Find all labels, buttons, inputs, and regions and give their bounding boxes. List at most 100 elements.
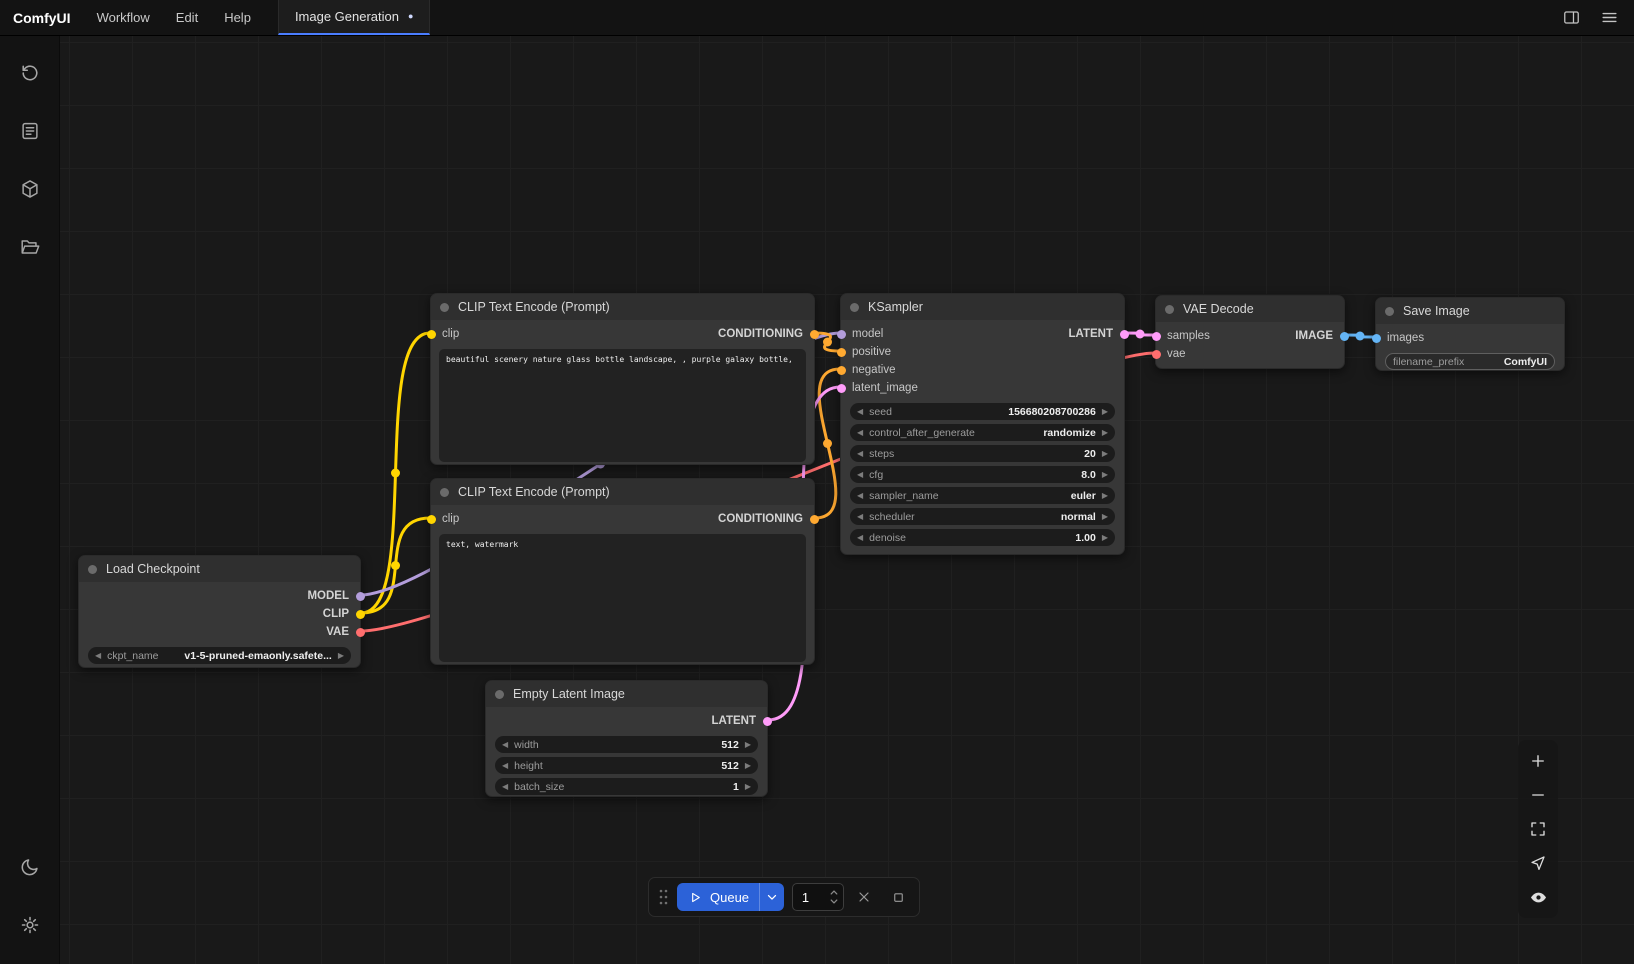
node-save-image[interactable]: Save Image images filename_prefix ComfyU… [1375, 297, 1565, 371]
clip-output-port[interactable] [356, 610, 365, 619]
arrow-right-icon[interactable]: ▶ [1102, 487, 1108, 504]
widget-batch-size[interactable]: ◀ batch_size 1 ▶ [495, 778, 758, 795]
negative-input-port[interactable] [837, 366, 846, 375]
latent-output-port[interactable] [1120, 330, 1129, 339]
node-vae-decode[interactable]: VAE Decode samples IMAGE vae [1155, 295, 1345, 369]
collapse-dot-icon[interactable] [1165, 305, 1174, 314]
toggle-visibility-button[interactable] [1521, 880, 1555, 914]
collapse-dot-icon[interactable] [440, 488, 449, 497]
stepper-down-icon[interactable] [829, 898, 839, 905]
prompt-textarea[interactable]: text, watermark [439, 534, 806, 662]
arrow-left-icon[interactable]: ◀ [857, 487, 863, 504]
positive-input-port[interactable] [837, 348, 846, 357]
vae-input-port[interactable] [1152, 350, 1161, 359]
node-clip-text-encode-positive[interactable]: CLIP Text Encode (Prompt) clip CONDITION… [430, 293, 815, 465]
node-empty-latent-image[interactable]: Empty Latent Image LATENT ◀ width 512 ▶ … [485, 680, 768, 797]
node-header[interactable]: Save Image [1376, 298, 1564, 324]
model-output-port[interactable] [356, 592, 365, 601]
link-midpoint-dot[interactable] [823, 439, 832, 448]
arrow-left-icon[interactable]: ◀ [857, 529, 863, 546]
node-header[interactable]: CLIP Text Encode (Prompt) [431, 294, 814, 320]
menu-workflow[interactable]: Workflow [84, 0, 163, 35]
widget-filename-prefix[interactable]: filename_prefix ComfyUI [1385, 353, 1555, 370]
drag-handle[interactable] [657, 886, 669, 908]
link-midpoint-dot[interactable] [1356, 332, 1365, 341]
arrow-right-icon[interactable]: ▶ [1102, 445, 1108, 462]
arrow-left-icon[interactable]: ◀ [502, 778, 508, 795]
menu-edit[interactable]: Edit [163, 0, 211, 35]
arrow-left-icon[interactable]: ◀ [857, 508, 863, 525]
node-ksampler[interactable]: KSampler model LATENT positive negative … [840, 293, 1125, 555]
widget-cfg[interactable]: ◀ cfg 8.0 ▶ [850, 466, 1115, 483]
arrow-right-icon[interactable]: ▶ [1102, 508, 1108, 525]
node-header[interactable]: Empty Latent Image [486, 681, 767, 707]
collapse-dot-icon[interactable] [850, 303, 859, 312]
arrow-right-icon[interactable]: ▶ [745, 736, 751, 753]
clip-input-port[interactable] [427, 330, 436, 339]
arrow-left-icon[interactable]: ◀ [502, 757, 508, 774]
node-header[interactable]: KSampler [841, 294, 1124, 320]
arrow-right-icon[interactable]: ▶ [1102, 424, 1108, 441]
node-header[interactable]: VAE Decode [1156, 296, 1344, 322]
arrow-left-icon[interactable]: ◀ [857, 445, 863, 462]
sidebar-item-workflows[interactable] [9, 226, 51, 268]
arrow-left-icon[interactable]: ◀ [857, 466, 863, 483]
arrow-left-icon[interactable]: ◀ [502, 736, 508, 753]
node-canvas[interactable]: Load Checkpoint MODEL CLIP VAE ◀ ckpt_na… [60, 36, 1634, 964]
sidebar-item-queue-history[interactable] [9, 52, 51, 94]
batch-count-input[interactable]: 1 [792, 883, 844, 911]
prompt-textarea[interactable]: beautiful scenery nature glass bottle la… [439, 349, 806, 462]
clip-input-port[interactable] [427, 515, 436, 524]
panel-toggle-button[interactable] [1554, 3, 1588, 33]
fit-view-button[interactable] [1521, 812, 1555, 846]
arrow-right-icon[interactable]: ▶ [745, 757, 751, 774]
arrow-right-icon[interactable]: ▶ [1102, 466, 1108, 483]
widget-height[interactable]: ◀ height 512 ▶ [495, 757, 758, 774]
queue-button[interactable]: Queue [677, 883, 784, 911]
link-midpoint-dot[interactable] [1136, 330, 1145, 339]
node-clip-text-encode-negative[interactable]: CLIP Text Encode (Prompt) clip CONDITION… [430, 478, 815, 665]
menu-help[interactable]: Help [211, 0, 264, 35]
zoom-out-button[interactable] [1521, 778, 1555, 812]
samples-input-port[interactable] [1152, 332, 1161, 341]
arrow-left-icon[interactable]: ◀ [95, 647, 101, 664]
stop-button[interactable] [885, 884, 911, 910]
widget-steps[interactable]: ◀ steps 20 ▶ [850, 445, 1115, 462]
stepper-up-icon[interactable] [829, 889, 839, 896]
sidebar-item-node-library[interactable] [9, 110, 51, 152]
collapse-dot-icon[interactable] [1385, 307, 1394, 316]
arrow-right-icon[interactable]: ▶ [1102, 403, 1108, 420]
pointer-mode-button[interactable] [1521, 846, 1555, 880]
image-output-port[interactable] [1340, 332, 1349, 341]
link-midpoint-dot[interactable] [823, 338, 832, 347]
queue-options-button[interactable] [759, 883, 784, 911]
widget-denoise[interactable]: ◀ denoise 1.00 ▶ [850, 529, 1115, 546]
settings-button[interactable] [9, 904, 51, 946]
vae-output-port[interactable] [356, 628, 365, 637]
arrow-left-icon[interactable]: ◀ [857, 403, 863, 420]
collapse-dot-icon[interactable] [440, 303, 449, 312]
node-load-checkpoint[interactable]: Load Checkpoint MODEL CLIP VAE ◀ ckpt_na… [78, 555, 361, 668]
link-midpoint-dot[interactable] [391, 561, 400, 570]
model-input-port[interactable] [837, 330, 846, 339]
arrow-left-icon[interactable]: ◀ [857, 424, 863, 441]
arrow-right-icon[interactable]: ▶ [745, 778, 751, 795]
node-header[interactable]: Load Checkpoint [79, 556, 360, 582]
latent-image-input-port[interactable] [837, 384, 846, 393]
clear-queue-button[interactable] [852, 884, 878, 910]
widget-width[interactable]: ◀ width 512 ▶ [495, 736, 758, 753]
widget-seed[interactable]: ◀ seed 156680208700286 ▶ [850, 403, 1115, 420]
arrow-right-icon[interactable]: ▶ [1102, 529, 1108, 546]
widget-scheduler[interactable]: ◀ scheduler normal ▶ [850, 508, 1115, 525]
zoom-in-button[interactable] [1521, 744, 1555, 778]
images-input-port[interactable] [1372, 334, 1381, 343]
sidebar-item-model-library[interactable] [9, 168, 51, 210]
link-midpoint-dot[interactable] [391, 469, 400, 478]
widget-sampler-name[interactable]: ◀ sampler_name euler ▶ [850, 487, 1115, 504]
conditioning-output-port[interactable] [810, 515, 819, 524]
main-menu-button[interactable] [1592, 3, 1626, 33]
collapse-dot-icon[interactable] [495, 690, 504, 699]
collapse-dot-icon[interactable] [88, 565, 97, 574]
arrow-right-icon[interactable]: ▶ [338, 647, 344, 664]
tab-image-generation[interactable]: Image Generation ● [278, 0, 431, 35]
